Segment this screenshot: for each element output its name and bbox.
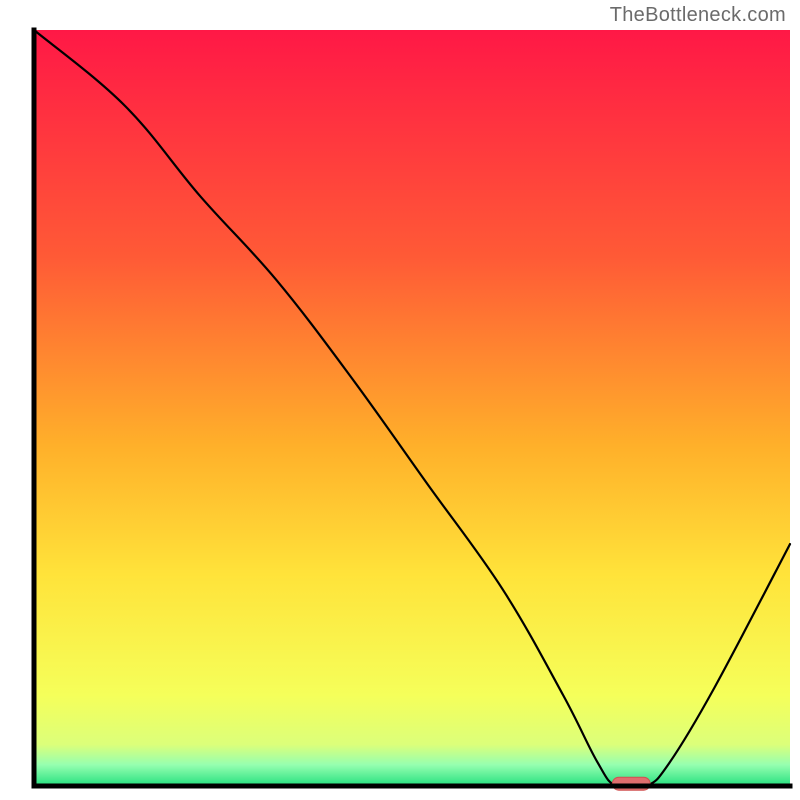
bottleneck-chart — [0, 0, 800, 800]
chart-container: TheBottleneck.com — [0, 0, 800, 800]
watermark-label: TheBottleneck.com — [610, 4, 786, 27]
plot-background — [34, 30, 790, 786]
